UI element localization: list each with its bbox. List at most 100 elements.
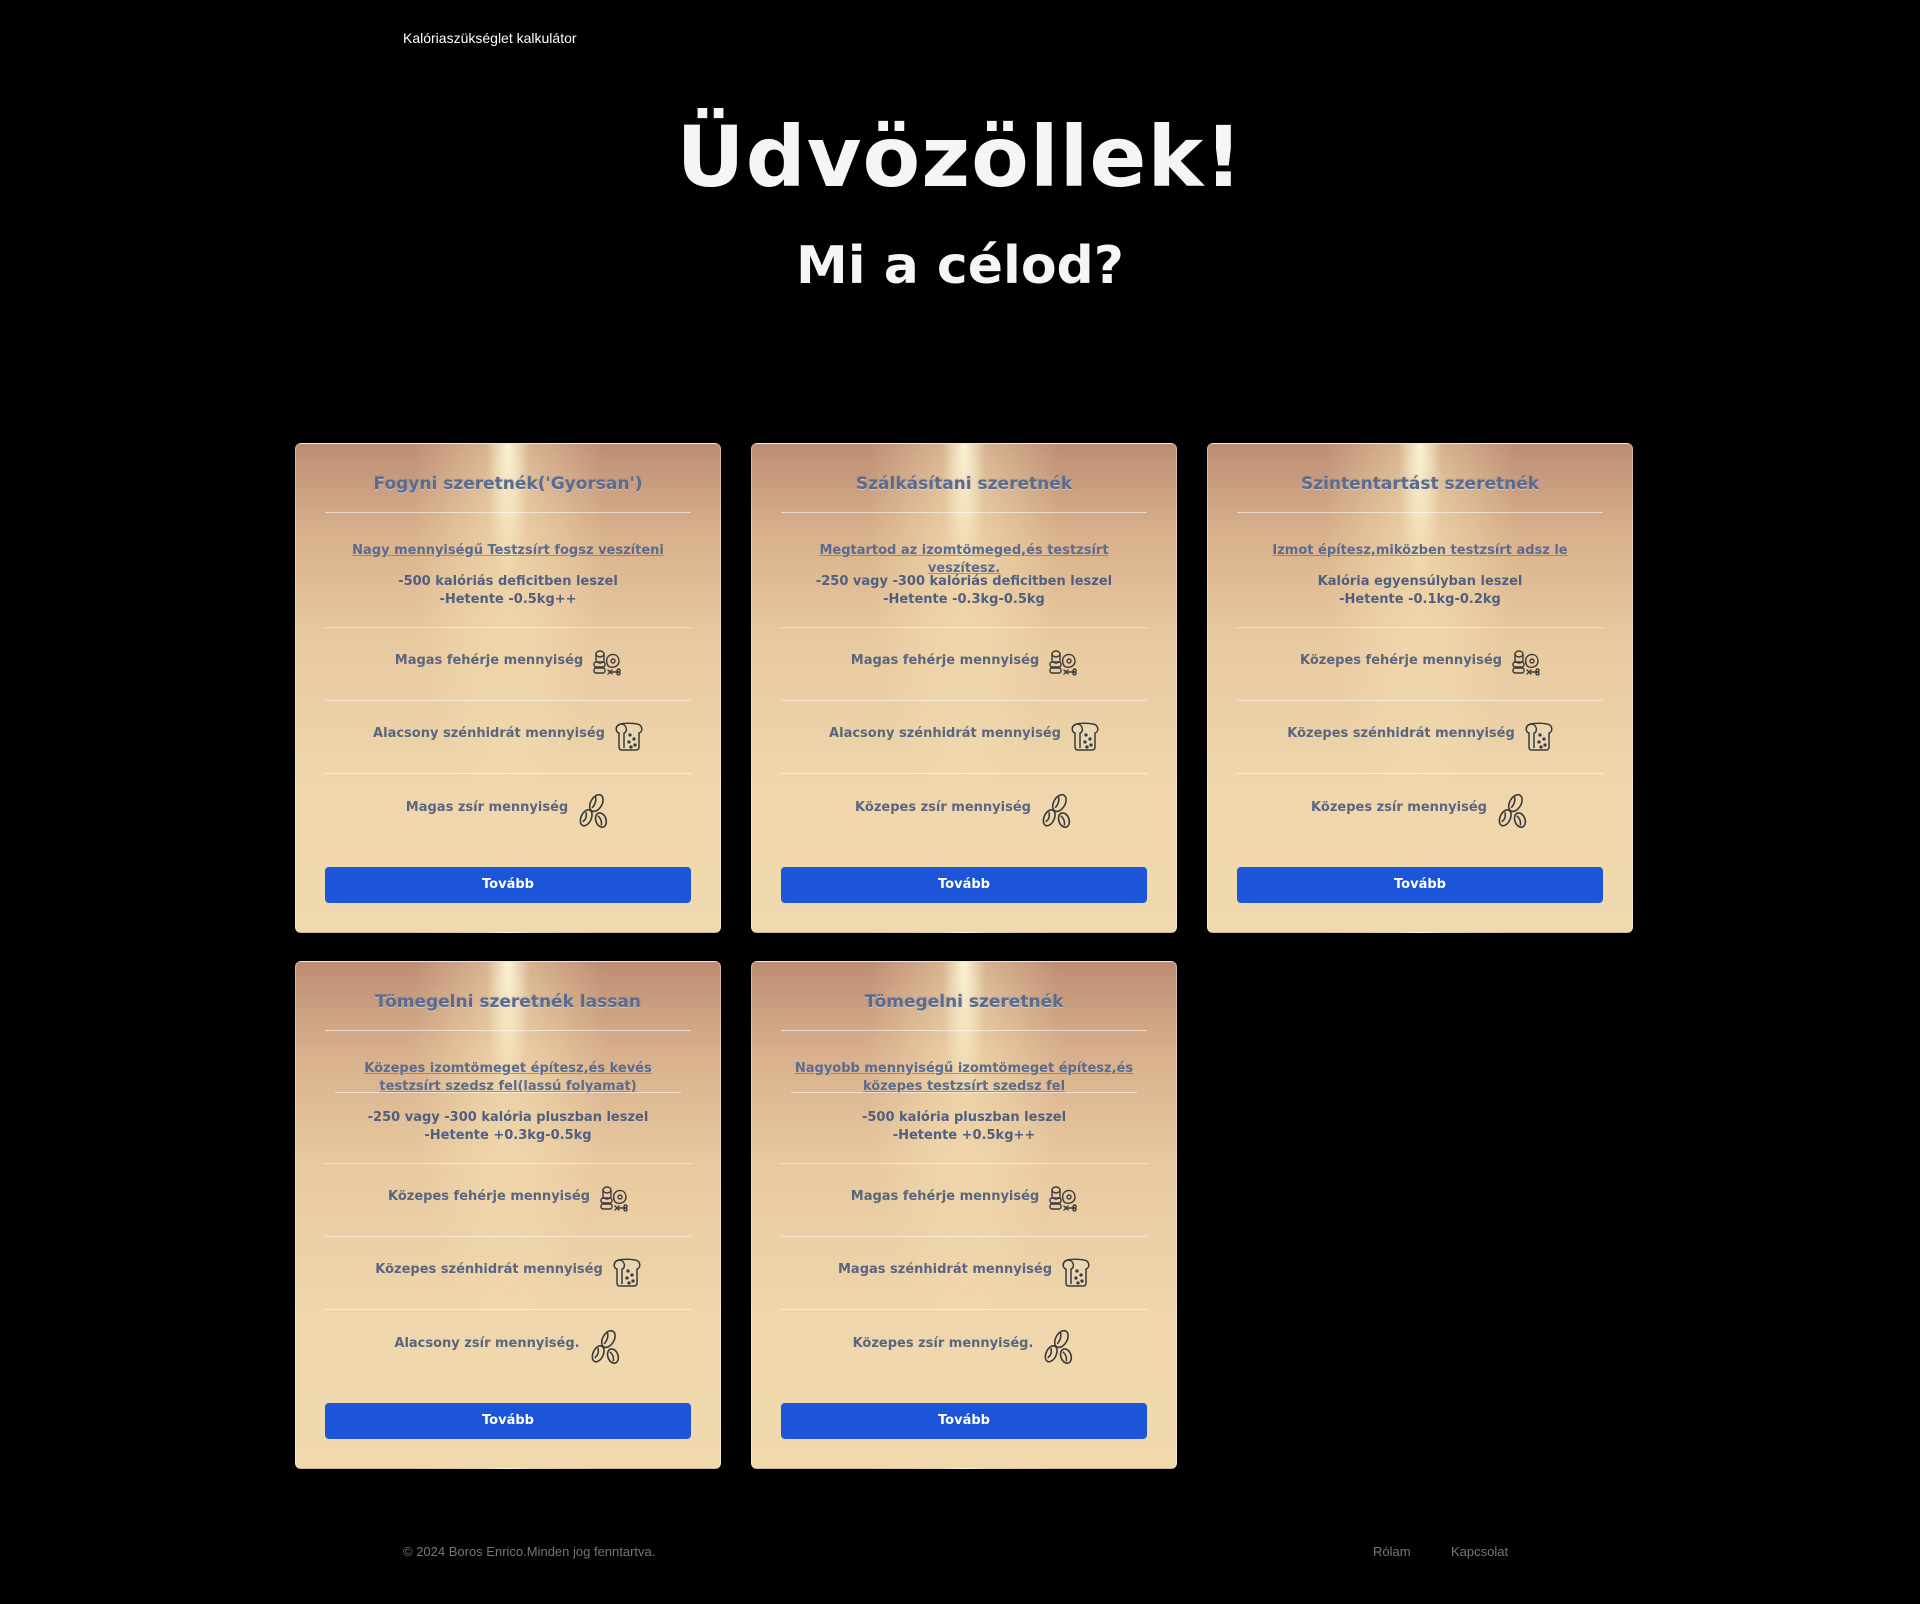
calorie-line: -250 vagy -300 kalóriás deficitben lesze… — [815, 574, 1113, 589]
carbs-label: Alacsony szénhidrát mennyiség — [373, 725, 605, 741]
weekly-change-line: -Hetente -0.1kg-0.2kg — [1339, 592, 1501, 607]
footer-copyright: © 2024 Boros Enrico.Minden jog fenntartv… — [403, 1544, 656, 1559]
carbs-label: Magas szénhidrát mennyiség — [837, 1261, 1053, 1277]
divider — [1237, 700, 1603, 701]
protein-food-icon — [598, 1184, 628, 1216]
calorie-line: -500 kalória pluszban leszel — [861, 1110, 1067, 1125]
fat-label: Alacsony zsír mennyiség. — [394, 1335, 580, 1351]
carbs-row: Közepes szénhidrát mennyiség — [1237, 717, 1603, 757]
fat-row: Magas zsír mennyiség — [325, 791, 691, 831]
calorie-line: -500 kalóriás deficitben leszel — [398, 574, 618, 589]
fat-row: Közepes zsír mennyiség — [1237, 791, 1603, 831]
divider — [791, 1092, 1137, 1093]
divider — [1237, 512, 1603, 513]
bread-icon — [1069, 721, 1099, 753]
card-calorie-info: -250 vagy -300 kalória pluszban leszel -… — [325, 1109, 691, 1145]
card-calorie-info: -250 vagy -300 kalóriás deficitben lesze… — [781, 573, 1147, 609]
fat-label: Közepes zsír mennyiség — [1311, 799, 1487, 815]
divider — [1237, 627, 1603, 628]
fat-row: Közepes zsír mennyiség. — [781, 1327, 1147, 1367]
protein-label: Magas fehérje mennyiség — [394, 652, 584, 668]
divider — [781, 1030, 1147, 1031]
divider — [325, 1309, 691, 1310]
card-title: Szálkásítani szeretnék — [855, 474, 1073, 494]
protein-row: Magas fehérje mennyiség — [325, 644, 691, 684]
protein-row: Közepes fehérje mennyiség — [1237, 644, 1603, 684]
fat-row: Közepes zsír mennyiség — [781, 791, 1147, 831]
weekly-change-line: -Hetente +0.5kg++ — [892, 1128, 1036, 1143]
continue-button[interactable]: Tovább — [325, 1403, 691, 1439]
nav-brand-link[interactable]: Kalóriaszükséglet kalkulátor — [403, 30, 577, 46]
divider — [325, 627, 691, 628]
carbs-label: Közepes szénhidrát mennyiség — [1287, 725, 1515, 741]
card-title: Tömegelni szeretnék lassan — [375, 992, 641, 1012]
card-calorie-info: -500 kalória pluszban leszel -Hetente +0… — [781, 1109, 1147, 1145]
card-description: Közepes izomtömeget építesz,és kevés tes… — [364, 1061, 652, 1094]
divider — [781, 700, 1147, 701]
divider — [1237, 773, 1603, 774]
card-title: Tömegelni szeretnék — [864, 992, 1064, 1012]
divider — [325, 1236, 691, 1237]
carbs-row: Közepes szénhidrát mennyiség — [325, 1253, 691, 1293]
card-description: Nagy mennyiségű Testzsírt fogsz veszíten… — [352, 543, 664, 558]
bread-icon — [1523, 721, 1553, 753]
goal-card: Szintentartást szeretnék Izmot építesz,m… — [1207, 443, 1633, 933]
protein-label: Magas fehérje mennyiség — [850, 652, 1040, 668]
goal-card: Tömegelni szeretnék Nagyobb mennyiségű i… — [751, 961, 1177, 1469]
protein-food-icon — [591, 648, 621, 680]
calorie-line: Kalória egyensúlyban leszel — [1317, 574, 1523, 589]
goal-card: Fogyni szeretnék('Gyorsan') Nagy mennyis… — [295, 443, 721, 933]
fat-row: Alacsony zsír mennyiség. — [325, 1327, 691, 1367]
seeds-icon — [1039, 791, 1073, 831]
weekly-change-line: -Hetente +0.3kg-0.5kg — [424, 1128, 592, 1143]
divider — [325, 773, 691, 774]
divider — [325, 1163, 691, 1164]
seeds-icon — [576, 791, 610, 831]
continue-button[interactable]: Tovább — [325, 867, 691, 903]
card-description: Nagyobb mennyiségű izomtömeget építesz,é… — [794, 1061, 1134, 1094]
carbs-row: Alacsony szénhidrát mennyiség — [781, 717, 1147, 757]
fat-label: Közepes zsír mennyiség — [855, 799, 1031, 815]
footer-contact-link[interactable]: Kapcsolat — [1451, 1544, 1508, 1559]
card-calorie-info: -500 kalóriás deficitben leszel -Hetente… — [325, 573, 691, 609]
protein-food-icon — [1047, 1184, 1077, 1216]
carbs-row: Alacsony szénhidrát mennyiség — [325, 717, 691, 757]
card-title: Fogyni szeretnék('Gyorsan') — [373, 474, 643, 494]
divider — [781, 773, 1147, 774]
divider — [781, 512, 1147, 513]
protein-row: Közepes fehérje mennyiség — [325, 1180, 691, 1220]
divider — [325, 1030, 691, 1031]
goal-card: Szálkásítani szeretnék Megtartod az izom… — [751, 443, 1177, 933]
seeds-icon — [588, 1327, 622, 1367]
continue-button[interactable]: Tovább — [781, 1403, 1147, 1439]
fat-label: Közepes zsír mennyiség. — [852, 1335, 1034, 1351]
continue-button[interactable]: Tovább — [1237, 867, 1603, 903]
bread-icon — [1060, 1257, 1090, 1289]
card-title: Szintentartást szeretnék — [1300, 474, 1540, 494]
seeds-icon — [1495, 791, 1529, 831]
weekly-change-line: -Hetente -0.5kg++ — [439, 592, 577, 607]
protein-label: Magas fehérje mennyiség — [850, 1188, 1040, 1204]
protein-row: Magas fehérje mennyiség — [781, 644, 1147, 684]
bread-icon — [613, 721, 643, 753]
carbs-row: Magas szénhidrát mennyiség — [781, 1253, 1147, 1293]
divider — [335, 1092, 681, 1093]
protein-food-icon — [1047, 648, 1077, 680]
carbs-label: Közepes szénhidrát mennyiség — [375, 1261, 603, 1277]
protein-food-icon — [1510, 648, 1540, 680]
page-title: Üdvözöllek! — [676, 108, 1244, 206]
seeds-icon — [1041, 1327, 1075, 1367]
divider — [325, 512, 691, 513]
protein-label: Közepes fehérje mennyiség — [1300, 652, 1502, 668]
bread-icon — [611, 1257, 641, 1289]
divider — [781, 1163, 1147, 1164]
protein-label: Közepes fehérje mennyiség — [388, 1188, 590, 1204]
divider — [781, 627, 1147, 628]
protein-row: Magas fehérje mennyiség — [781, 1180, 1147, 1220]
card-description: Izmot építesz,miközben testzsírt adsz le — [1272, 543, 1568, 558]
calorie-line: -250 vagy -300 kalória pluszban leszel — [367, 1110, 649, 1125]
fat-label: Magas zsír mennyiség — [405, 799, 569, 815]
divider — [781, 1236, 1147, 1237]
footer-about-link[interactable]: Rólam — [1373, 1544, 1411, 1559]
continue-button[interactable]: Tovább — [781, 867, 1147, 903]
